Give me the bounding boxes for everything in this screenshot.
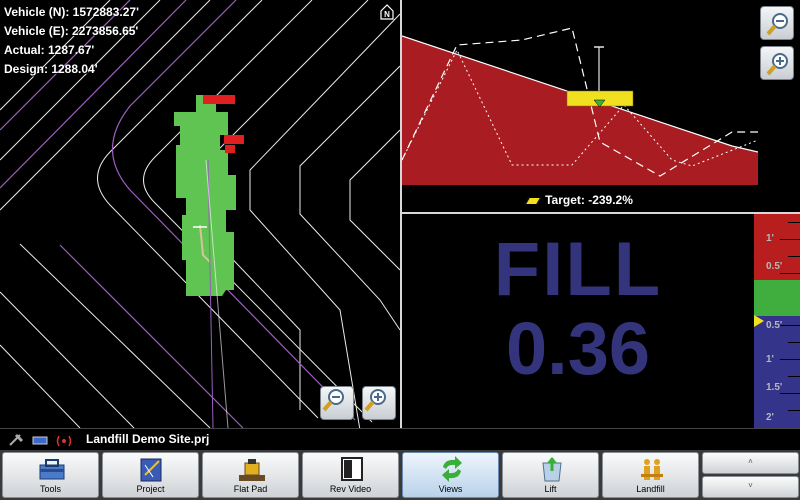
- toolbar-label: Lift: [544, 484, 557, 494]
- dozer-icon: [239, 459, 265, 481]
- toolbox-icon: [39, 459, 65, 480]
- target-readout: Target: -239.2%: [402, 193, 758, 207]
- grade-pointer-icon: [754, 315, 764, 327]
- project-file-name: Landfill Demo Site.prj: [86, 432, 210, 446]
- cross-section-profile: [402, 27, 758, 185]
- toolbar-scroll-up-button[interactable]: ˄: [702, 452, 799, 474]
- toolbar-project-button[interactable]: Project: [102, 452, 199, 498]
- zoom-in-icon: [364, 389, 386, 412]
- toolbar-label: Tools: [39, 484, 61, 494]
- grade-label: 1.5': [766, 382, 783, 393]
- vehicle-easting: Vehicle (E): 2273856.65': [4, 24, 139, 38]
- cut-fill-panel: FILL 0.36: [402, 214, 754, 428]
- refresh-arrows-icon: [442, 456, 462, 482]
- crowd-icon: [641, 459, 663, 480]
- target-label: Target: -239.2%: [545, 193, 633, 207]
- grade-label: 0.5': [766, 261, 783, 272]
- toolbar-scroll-down-button[interactable]: ˅: [702, 476, 799, 498]
- toolbar-lift-button[interactable]: Lift: [502, 452, 599, 498]
- satellite-icon: [9, 433, 24, 446]
- signal-icon: [56, 435, 72, 447]
- plan-zoom-out-button[interactable]: [320, 386, 354, 420]
- vehicle-northing: Vehicle (N): 1572883.27': [4, 5, 139, 19]
- profile-view[interactable]: Target: -239.2%: [402, 0, 758, 212]
- cut-fill-value: 0.36: [505, 307, 651, 390]
- svg-text:N: N: [384, 10, 390, 19]
- project-icon: [140, 458, 162, 482]
- toolbar-label: Landfill: [636, 484, 665, 494]
- toolbar-label: Rev Video: [329, 484, 372, 494]
- on-grade-zone: [754, 280, 800, 316]
- target-icon: [524, 196, 542, 205]
- actual-elevation: Actual: 1287.67': [4, 43, 95, 57]
- toolbar-rev-video-button[interactable]: Rev Video: [302, 452, 399, 498]
- toolbar-flat-pad-button[interactable]: Flat Pad: [202, 452, 299, 498]
- chevron-down-icon: ˅: [748, 481, 753, 490]
- toolbar-label: Views: [438, 484, 463, 494]
- profile-zoom-out-button-2[interactable]: [760, 6, 794, 40]
- video-icon: [341, 457, 363, 481]
- zoom-out-icon: [322, 389, 344, 412]
- grade-indicator-bar: 1' 0.5' 0.5' 1' 1.5' 2': [754, 214, 800, 428]
- cut-zone: [754, 316, 800, 428]
- toolbar-label: Project: [136, 484, 165, 494]
- radio-modem-icon: [32, 436, 48, 445]
- bin-icon: [542, 457, 562, 482]
- toolbar-landfill-button[interactable]: Landfill: [602, 452, 699, 498]
- zoom-out-icon: [766, 13, 788, 36]
- grade-label: 0.5': [766, 320, 783, 331]
- plan-zoom-in-button[interactable]: [362, 386, 396, 420]
- grade-label: 1': [766, 233, 774, 244]
- toolbar-label: Flat Pad: [233, 484, 268, 494]
- toolbar-views-button[interactable]: Views: [402, 452, 499, 498]
- profile-zoom-in-button[interactable]: [760, 46, 794, 80]
- chevron-up-icon: ˄: [748, 457, 753, 466]
- toolbar-tools-button[interactable]: Tools: [2, 452, 99, 498]
- coverage-area: [174, 95, 236, 296]
- position-readout: Vehicle (N): 1572883.27' Vehicle (E): 22…: [4, 3, 139, 79]
- plan-view[interactable]: Vehicle (N): 1572883.27' Vehicle (E): 22…: [0, 0, 400, 428]
- main-toolbar: Tools Project Flat Pad Rev Video Views L…: [0, 450, 800, 500]
- cut-fill-mode: FILL: [493, 227, 663, 312]
- grade-label: 1': [766, 354, 774, 365]
- zoom-in-icon: [766, 53, 788, 76]
- north-arrow-icon[interactable]: N: [378, 3, 396, 21]
- status-bar: Landfill Demo Site.prj: [0, 428, 800, 451]
- grade-label: 2': [766, 412, 774, 423]
- design-elevation: Design: 1288.04': [4, 62, 98, 76]
